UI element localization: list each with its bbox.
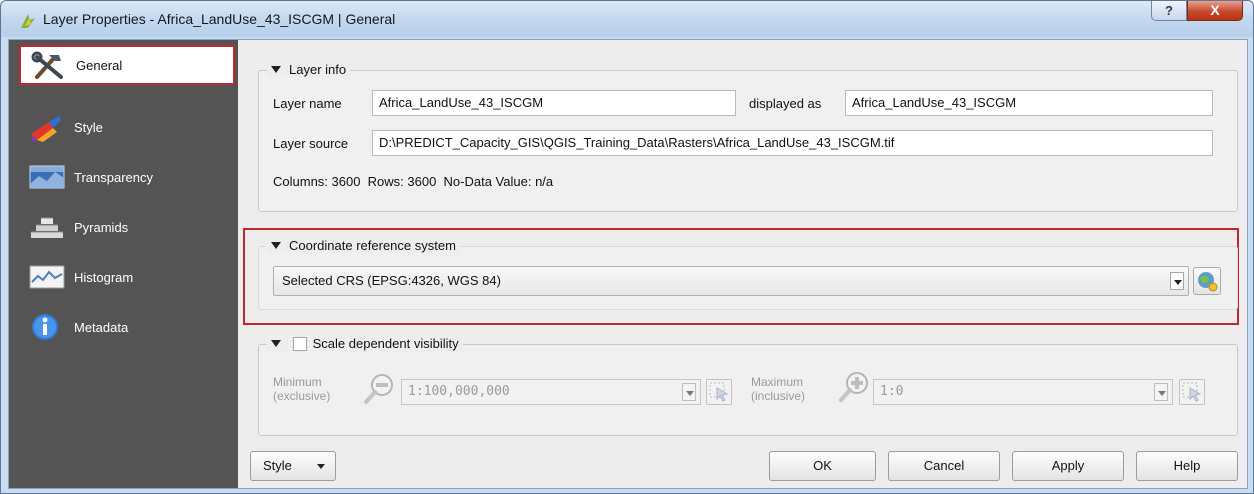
sidebar-item-label: Transparency: [74, 170, 153, 185]
sidebar-item-general[interactable]: General: [19, 45, 235, 85]
context-help-button[interactable]: ?: [1151, 1, 1187, 21]
scale-visibility-checkbox[interactable]: [292, 336, 307, 351]
raster-summary: Columns: 3600 Rows: 3600 No-Data Value: …: [273, 174, 554, 189]
maximum-scale-select[interactable]: 1:0: [873, 379, 1173, 405]
zoom-out-icon: [364, 374, 393, 404]
maximum-label: Maximum (inclusive): [751, 375, 805, 403]
maximum-scale-from-canvas-button[interactable]: [1179, 379, 1205, 405]
minimum-label-line1: Minimum: [273, 375, 322, 389]
style-button-label: Style: [263, 458, 292, 473]
title-bar[interactable]: Layer Properties - Africa_LandUse_43_ISC…: [1, 1, 1253, 37]
sidebar-item-transparency[interactable]: Transparency: [19, 158, 235, 198]
layer-source-label: Layer source: [273, 136, 349, 151]
scale-visibility-group: Scale dependent visibility Minimum (excl…: [258, 336, 1238, 436]
sidebar-item-label: Metadata: [74, 320, 129, 335]
globe-icon: [1198, 272, 1218, 292]
maximum-label-line2: (inclusive): [751, 389, 806, 403]
style-menu-button[interactable]: Style: [250, 451, 336, 481]
collapse-triangle-icon[interactable]: [271, 66, 281, 74]
layer-info-header[interactable]: Layer info: [267, 62, 351, 77]
chevron-down-icon[interactable]: [1170, 272, 1184, 290]
sidebar-item-histogram[interactable]: Histogram: [19, 258, 235, 298]
maximum-label-line1: Maximum: [751, 375, 804, 389]
cancel-button[interactable]: Cancel: [888, 451, 1000, 481]
qgis-app-icon: [21, 14, 35, 28]
help-button[interactable]: Help: [1136, 451, 1238, 481]
sidebar-item-label: Histogram: [74, 270, 134, 285]
chevron-down-icon[interactable]: [682, 383, 696, 401]
crs-selector-button[interactable]: [1193, 267, 1221, 295]
displayed-as-label: displayed as: [749, 96, 822, 111]
pointer-icon: [1182, 382, 1202, 402]
hammer-tools-icon: [31, 51, 63, 79]
apply-button[interactable]: Apply: [1012, 451, 1124, 481]
layer-info-title: Layer info: [289, 62, 347, 77]
layer-info-group: Layer info Layer name Africa_LandUse_43_…: [258, 62, 1238, 212]
transparency-icon: [29, 165, 65, 189]
displayed-as-field[interactable]: Africa_LandUse_43_ISCGM: [845, 90, 1213, 116]
minimum-scale-from-canvas-button[interactable]: [706, 379, 732, 405]
sidebar-item-label: Pyramids: [74, 220, 129, 235]
sidebar: General Style Transparency Pyramids Hist…: [9, 40, 238, 488]
pointer-icon: [709, 382, 729, 402]
crs-header[interactable]: Coordinate reference system: [267, 238, 460, 253]
layer-source-field[interactable]: D:\PREDICT_Capacity_GIS\QGIS_Training_Da…: [372, 130, 1213, 156]
paint-brush-icon: [31, 116, 61, 142]
zoom-in-icon: [839, 372, 868, 402]
sidebar-item-metadata[interactable]: Metadata: [19, 308, 235, 348]
crs-group: Coordinate reference system Selected CRS…: [258, 238, 1238, 310]
info-icon: [32, 314, 58, 340]
minimum-scale-select[interactable]: 1:100,000,000: [401, 379, 701, 405]
chevron-down-icon[interactable]: [1154, 383, 1168, 401]
layer-properties-window: Layer Properties - Africa_LandUse_43_ISC…: [0, 0, 1254, 494]
sidebar-item-label: Style: [74, 120, 103, 135]
window-title: Layer Properties - Africa_LandUse_43_ISC…: [43, 11, 396, 27]
ok-button[interactable]: OK: [769, 451, 876, 481]
scale-visibility-title: Scale dependent visibility: [312, 336, 459, 351]
collapse-triangle-icon[interactable]: [271, 340, 281, 348]
crs-select[interactable]: Selected CRS (EPSG:4326, WGS 84): [273, 266, 1189, 296]
histogram-icon: [29, 265, 65, 289]
minimum-label: Minimum (exclusive): [273, 375, 330, 403]
sidebar-item-label: General: [76, 58, 123, 73]
layer-name-label: Layer name: [273, 96, 342, 111]
minimum-scale-value: 1:100,000,000: [408, 384, 510, 399]
layer-name-input[interactable]: Africa_LandUse_43_ISCGM: [372, 90, 736, 116]
close-button[interactable]: X: [1187, 1, 1243, 21]
sidebar-item-pyramids[interactable]: Pyramids: [19, 208, 235, 248]
pyramids-icon: [31, 217, 63, 238]
chevron-down-icon: [317, 464, 325, 469]
collapse-triangle-icon[interactable]: [271, 242, 281, 250]
dialog-body: General Style Transparency Pyramids Hist…: [8, 39, 1248, 489]
minimum-label-line2: (exclusive): [273, 389, 331, 403]
crs-selected-value: Selected CRS (EPSG:4326, WGS 84): [282, 273, 501, 288]
crs-title: Coordinate reference system: [289, 238, 456, 253]
scale-visibility-header[interactable]: Scale dependent visibility: [267, 336, 463, 352]
sidebar-item-style[interactable]: Style: [19, 108, 235, 148]
maximum-scale-value: 1:0: [880, 384, 904, 399]
